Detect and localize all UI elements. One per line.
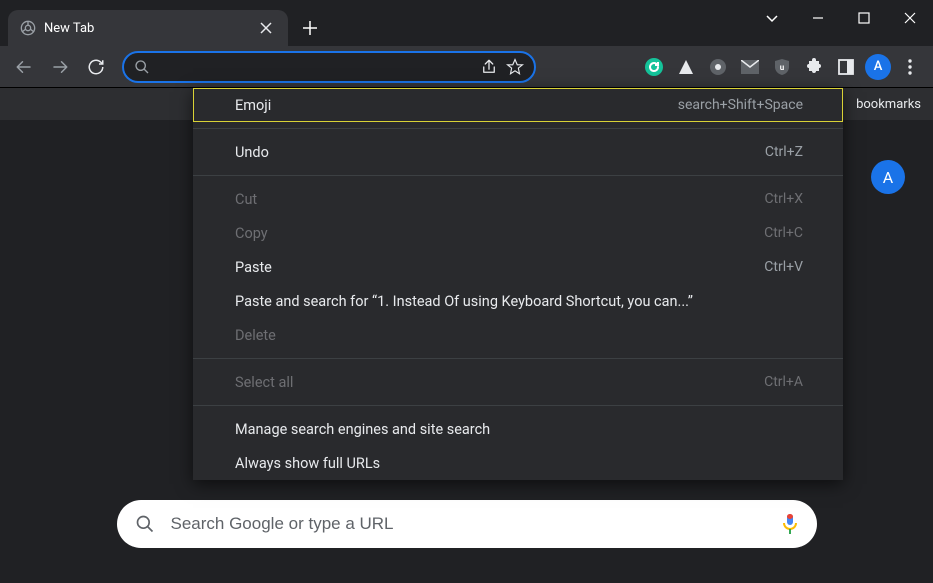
menu-item-shortcut: Ctrl+V xyxy=(764,259,803,275)
close-button[interactable] xyxy=(887,0,933,36)
titlebar: New Tab xyxy=(0,0,933,46)
triangle-icon[interactable] xyxy=(671,52,701,82)
tab-title: New Tab xyxy=(44,21,252,36)
menu-item: Select allCtrl+A xyxy=(193,365,843,399)
omnibox[interactable] xyxy=(122,51,536,83)
chrome-favicon-icon xyxy=(20,20,36,36)
menu-item-shortcut: Ctrl+C xyxy=(764,225,803,241)
reader-icon[interactable] xyxy=(831,52,861,82)
back-button[interactable] xyxy=(8,51,40,83)
avatar[interactable]: A xyxy=(865,54,891,80)
menu-separator xyxy=(193,405,843,406)
menu-item[interactable]: Manage search engines and site search xyxy=(193,412,843,446)
kebab-menu-icon[interactable] xyxy=(895,52,925,82)
bookmark-star-icon[interactable] xyxy=(506,58,524,76)
menu-item-label: Paste xyxy=(235,259,764,276)
menu-item-label: Copy xyxy=(235,225,764,242)
menu-item: CutCtrl+X xyxy=(193,182,843,216)
extension-icons: u A xyxy=(639,52,925,82)
menu-item: Delete xyxy=(193,318,843,352)
menu-item-shortcut: Ctrl+X xyxy=(764,191,803,207)
menu-item-label: Delete xyxy=(235,327,803,344)
tab-close-icon[interactable] xyxy=(260,22,276,34)
menu-item[interactable]: Always show full URLs xyxy=(193,446,843,480)
gmail-icon[interactable] xyxy=(735,52,765,82)
window-controls xyxy=(749,0,933,36)
menu-item: CopyCtrl+C xyxy=(193,216,843,250)
forward-button[interactable] xyxy=(44,51,76,83)
new-tab-button[interactable] xyxy=(296,14,324,42)
search-icon xyxy=(135,514,155,534)
menu-item[interactable]: Paste and search for “1. Instead Of usin… xyxy=(193,284,843,318)
search-box[interactable] xyxy=(117,500,817,548)
menu-item-label: Always show full URLs xyxy=(235,455,803,472)
menu-item-label: Cut xyxy=(235,191,764,208)
extensions-puzzle-icon[interactable] xyxy=(799,52,829,82)
share-icon[interactable] xyxy=(480,58,498,76)
reload-button[interactable] xyxy=(80,51,112,83)
menu-item-shortcut: Ctrl+A xyxy=(764,374,803,390)
circle-icon[interactable] xyxy=(703,52,733,82)
profile-avatar[interactable]: A xyxy=(871,160,905,194)
grammarly-icon[interactable] xyxy=(639,52,669,82)
mic-icon[interactable] xyxy=(781,513,799,535)
maximize-button[interactable] xyxy=(841,0,887,36)
menu-item-label: Undo xyxy=(235,144,765,161)
menu-item[interactable]: Emojisearch+Shift+Space xyxy=(193,88,843,122)
menu-item-shortcut: search+Shift+Space xyxy=(678,97,803,113)
browser-tab[interactable]: New Tab xyxy=(8,10,288,46)
minimize-button[interactable] xyxy=(795,0,841,36)
menu-item-shortcut: Ctrl+Z xyxy=(765,144,803,160)
menu-separator xyxy=(193,128,843,129)
menu-item[interactable]: PasteCtrl+V xyxy=(193,250,843,284)
dropdown-icon[interactable] xyxy=(749,0,795,36)
omnibox-input[interactable] xyxy=(158,59,472,75)
bookmarks-bar-text: bookmarks xyxy=(856,97,921,112)
menu-item-label: Paste and search for “1. Instead Of usin… xyxy=(235,293,803,310)
svg-text:u: u xyxy=(780,63,785,72)
search-input[interactable] xyxy=(171,514,765,534)
toolbar: u A xyxy=(0,46,933,88)
ublock-icon[interactable]: u xyxy=(767,52,797,82)
menu-item-label: Select all xyxy=(235,374,764,391)
menu-item-label: Emoji xyxy=(235,97,678,114)
menu-item[interactable]: UndoCtrl+Z xyxy=(193,135,843,169)
menu-separator xyxy=(193,175,843,176)
menu-separator xyxy=(193,358,843,359)
context-menu: Emojisearch+Shift+SpaceUndoCtrl+ZCutCtrl… xyxy=(193,88,843,480)
search-icon xyxy=(134,59,150,75)
menu-item-label: Manage search engines and site search xyxy=(235,421,803,438)
